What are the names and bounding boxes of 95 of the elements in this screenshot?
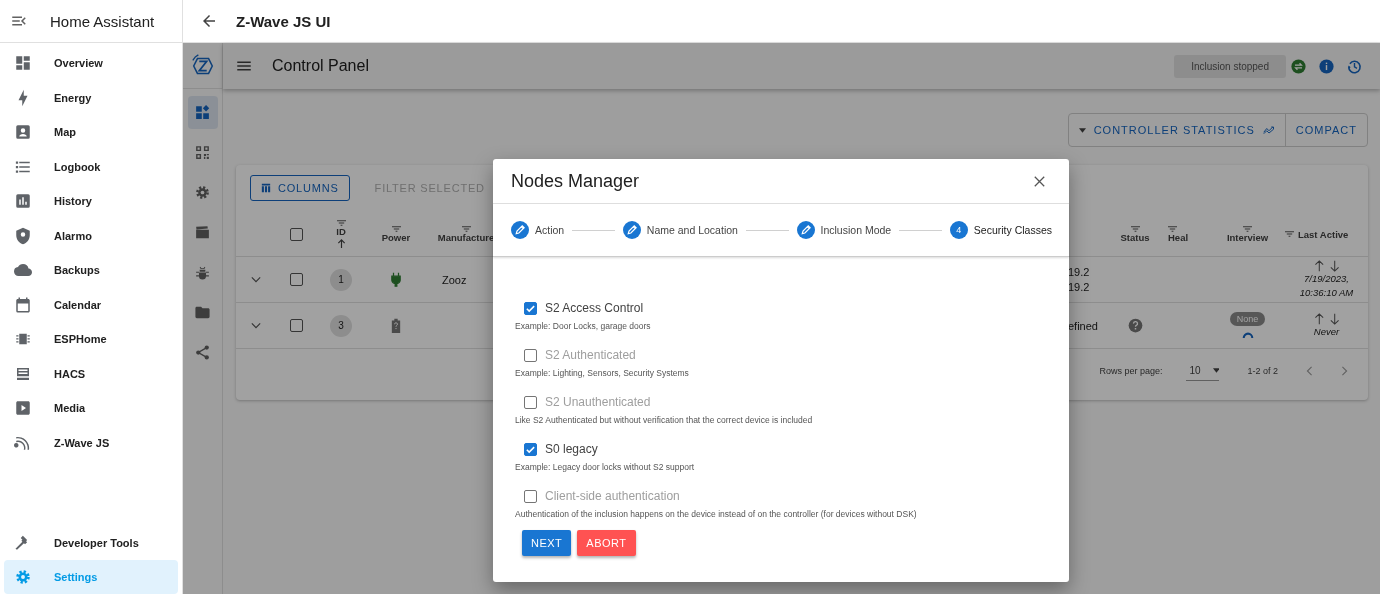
- info-icon[interactable]: [1318, 57, 1335, 75]
- chart-icon: [14, 192, 32, 211]
- pencil-icon: [622, 221, 641, 239]
- page-title: Z-Wave JS UI: [236, 12, 331, 30]
- share-icon: [194, 344, 211, 361]
- table-cell-text: efined: [1068, 319, 1099, 332]
- swap-circle-icon[interactable]: [1290, 57, 1307, 75]
- page-range: 1-2 of 2: [1247, 366, 1278, 376]
- filter-icon[interactable]: [1285, 231, 1294, 237]
- filter-icon[interactable]: [461, 225, 471, 232]
- table-cell: Zooz: [442, 273, 467, 286]
- sort-arrow-icon[interactable]: [336, 239, 346, 248]
- sidebar-item[interactable]: Media: [4, 391, 178, 426]
- dialog-title: Nodes Manager: [511, 170, 640, 192]
- sort-arrows-icon[interactable]: [1313, 259, 1340, 272]
- rows-per-page-select[interactable]: 10: [1186, 361, 1220, 381]
- stepper-step[interactable]: Name and Location: [622, 221, 738, 239]
- sidebar-item[interactable]: Overview: [4, 46, 178, 81]
- sort-arrows-icon[interactable]: [1313, 312, 1340, 325]
- option-description: Example: Legacy door locks without S2 support: [515, 462, 696, 472]
- status-chip: Inclusion stopped: [1174, 54, 1286, 78]
- compact-button[interactable]: COMPACT: [1284, 114, 1367, 146]
- expand-chevron-icon[interactable]: [251, 322, 261, 329]
- option-description: Authentication of the inclusion happens on the device instead of on the controller (for devices without DSK): [515, 509, 918, 519]
- expand-chevron-icon[interactable]: [251, 276, 261, 283]
- dashboard-icon: [14, 54, 32, 73]
- nav-rail-item[interactable]: [187, 96, 218, 129]
- sidebar-item[interactable]: Calendar: [4, 287, 178, 322]
- row-checkbox[interactable]: [289, 273, 303, 286]
- security-class-checkbox[interactable]: S2 Access Control: [524, 301, 1051, 315]
- sidebar-item[interactable]: Alarmo: [4, 218, 178, 253]
- sidebar-item[interactable]: Z-Wave JS: [4, 425, 178, 460]
- column-header[interactable]: Power: [366, 225, 426, 243]
- dashboard-icon: [194, 104, 211, 121]
- sidebar-item[interactable]: Logbook: [4, 149, 178, 184]
- columns-icon: [261, 183, 271, 193]
- settings-icon: [194, 184, 211, 201]
- app-title: Home Assistant: [50, 12, 155, 30]
- settings-icon: [14, 568, 32, 586]
- next-button[interactable]: NEXT: [522, 530, 572, 556]
- table-cell-text: 19.2: [1068, 266, 1091, 278]
- sidebar-item[interactable]: Energy: [4, 80, 178, 115]
- stepper-step[interactable]: 4 Security Classes: [949, 221, 1052, 239]
- table-cell-text: 7/19/2023, 10:36:10 AM: [1298, 271, 1355, 300]
- option-description: Like S2 Authenticated but without verification that the correct device is included: [515, 415, 814, 425]
- filter-icon[interactable]: [336, 220, 346, 226]
- rows-per-page-label: Rows per page:: [1099, 366, 1163, 376]
- question-icon: [1127, 318, 1143, 333]
- select-all-checkbox[interactable]: [289, 227, 303, 241]
- column-header[interactable]: Heal: [1160, 225, 1210, 243]
- bug-icon: [194, 264, 211, 281]
- row-checkbox[interactable]: [289, 319, 303, 332]
- calendar-icon: [14, 295, 32, 314]
- pencil-icon: [796, 221, 815, 239]
- qr-code-icon: [194, 144, 211, 161]
- dropdown-caret-icon: [1212, 368, 1220, 373]
- node-id-badge: 3: [330, 314, 352, 337]
- portrait-icon: [14, 123, 32, 142]
- panel-title: Control Panel: [272, 57, 369, 75]
- column-header[interactable]: Last Active: [1285, 228, 1368, 240]
- filter-icon[interactable]: [1243, 225, 1252, 232]
- shield-icon: [14, 226, 32, 245]
- sidebar-item[interactable]: ESPHome: [4, 322, 178, 357]
- loading-spinner-icon: [1241, 330, 1254, 339]
- stepper-step[interactable]: Inclusion Mode: [796, 221, 892, 239]
- table-cell: Never: [1313, 324, 1340, 339]
- trend-icon: [1262, 125, 1275, 135]
- close-icon[interactable]: [1034, 175, 1045, 187]
- play-box-icon: [14, 399, 32, 418]
- sidebar-item[interactable]: HACS: [4, 356, 178, 391]
- filter-icon[interactable]: [391, 225, 401, 232]
- sidebar-item[interactable]: Developer Tools: [4, 526, 178, 560]
- filter-icon[interactable]: [1168, 225, 1177, 232]
- columns-button[interactable]: COLUMNS: [250, 175, 350, 201]
- option-description: Example: Lighting, Sensors, Security Systems: [515, 368, 690, 378]
- security-class-checkbox[interactable]: S0 legacy: [524, 442, 1051, 456]
- folder-icon: [194, 304, 211, 321]
- stepper-step[interactable]: Action: [511, 221, 565, 239]
- clapperboard-icon: [194, 224, 211, 241]
- pencil-icon: [511, 221, 529, 239]
- sidebar-item[interactable]: Map: [4, 115, 178, 150]
- sidebar-item[interactable]: History: [4, 184, 178, 219]
- node-id-badge: 1: [330, 268, 352, 291]
- column-header[interactable]: Interview: [1210, 225, 1285, 243]
- dropdown-caret-icon: [1078, 127, 1086, 133]
- sidebar-item[interactable]: Backups: [4, 253, 178, 288]
- column-header[interactable]: Manufacture: [426, 225, 506, 243]
- option-description: Example: Door Locks, garage doors: [515, 321, 652, 331]
- column-header[interactable]: Status: [1110, 225, 1160, 243]
- step-number: 4: [949, 221, 968, 239]
- column-header[interactable]: ID: [316, 220, 366, 248]
- table-cell-text: 19.2: [1068, 281, 1091, 293]
- filter-icon[interactable]: [1130, 225, 1140, 232]
- controller-statistics-button[interactable]: CONTROLLER STATISTICS: [1068, 114, 1285, 146]
- interview-chip: None: [1229, 312, 1266, 326]
